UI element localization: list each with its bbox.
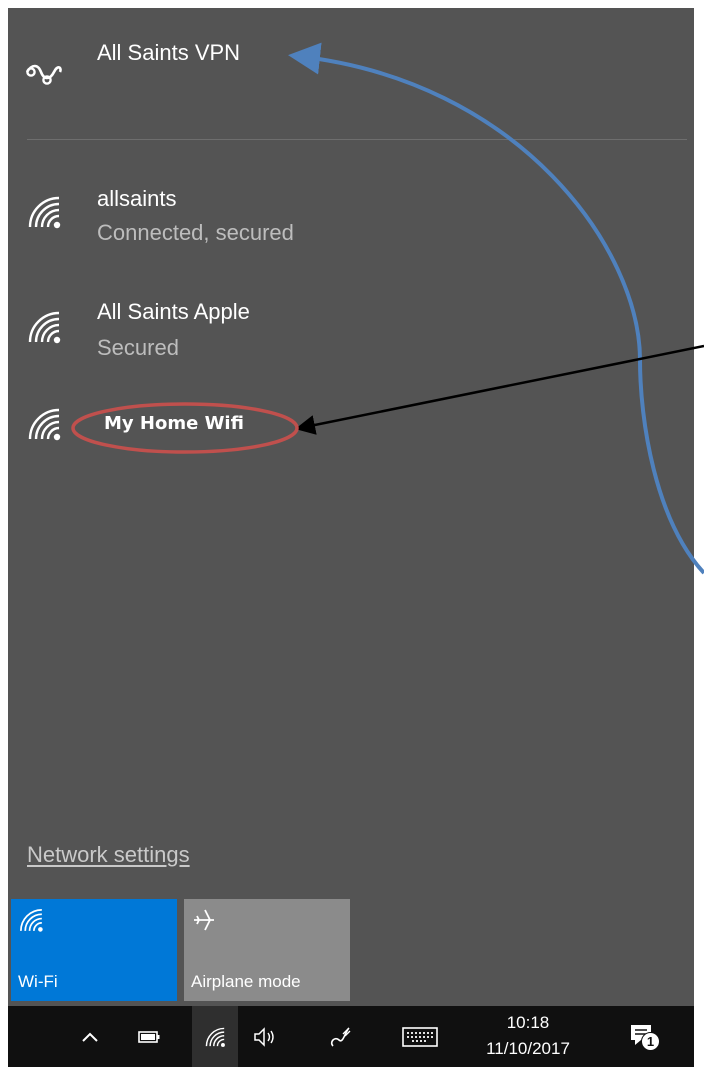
network-flyout: All Saints VPN allsaints Connected, secu…	[8, 8, 694, 1006]
network-name: allsaints	[97, 186, 177, 211]
network-name: All Saints Apple	[97, 299, 250, 324]
clock[interactable]: 10:18 11/10/2017	[468, 1010, 588, 1062]
network-settings-link[interactable]: Network settings	[27, 842, 190, 868]
wifi-signal-icon	[26, 194, 62, 230]
clock-date: 11/10/2017	[486, 1039, 570, 1058]
vpn-icon	[26, 64, 62, 85]
wifi-icon	[204, 1026, 226, 1048]
taskbar: 10:18 11/10/2017 1	[8, 1006, 694, 1067]
pen-icon	[330, 1026, 351, 1047]
volume-button[interactable]	[246, 1006, 286, 1067]
keyboard-icon	[402, 1026, 438, 1047]
notification-count-badge: 1	[641, 1031, 660, 1051]
network-tray-button[interactable]	[192, 1006, 238, 1067]
highlighted-network-label: My Home Wifi	[104, 413, 244, 434]
airplane-mode-quick-action[interactable]: Airplane mode	[184, 899, 350, 1001]
wifi-signal-icon	[26, 406, 62, 442]
touch-keyboard-button[interactable]	[396, 1006, 444, 1067]
wifi-signal-icon	[26, 309, 62, 345]
airplane-icon	[194, 909, 214, 931]
wifi-quick-action[interactable]: Wi-Fi	[11, 899, 177, 1001]
action-center-button[interactable]: 1	[618, 1006, 668, 1067]
chevron-up-icon	[82, 1032, 98, 1042]
network-item-allsaints[interactable]: allsaints Connected, secured	[8, 180, 694, 260]
airplane-tile-label: Airplane mode	[191, 972, 301, 991]
volume-icon	[254, 1026, 274, 1047]
wifi-tile-label: Wi-Fi	[18, 972, 58, 991]
network-status: Secured	[97, 335, 179, 360]
network-status: Connected, secured	[97, 220, 294, 245]
vpn-item[interactable]: All Saints VPN	[8, 28, 694, 98]
show-hidden-icons-button[interactable]	[74, 1006, 106, 1067]
network-item-all-saints-apple[interactable]: All Saints Apple Secured	[8, 295, 694, 375]
clock-time: 10:18	[506, 1013, 550, 1032]
battery-button[interactable]	[132, 1006, 166, 1067]
divider	[27, 139, 687, 140]
wifi-icon	[18, 907, 44, 933]
vpn-name: All Saints VPN	[97, 40, 241, 65]
battery-icon	[138, 1030, 160, 1043]
pen-workspace-button[interactable]	[320, 1006, 360, 1067]
